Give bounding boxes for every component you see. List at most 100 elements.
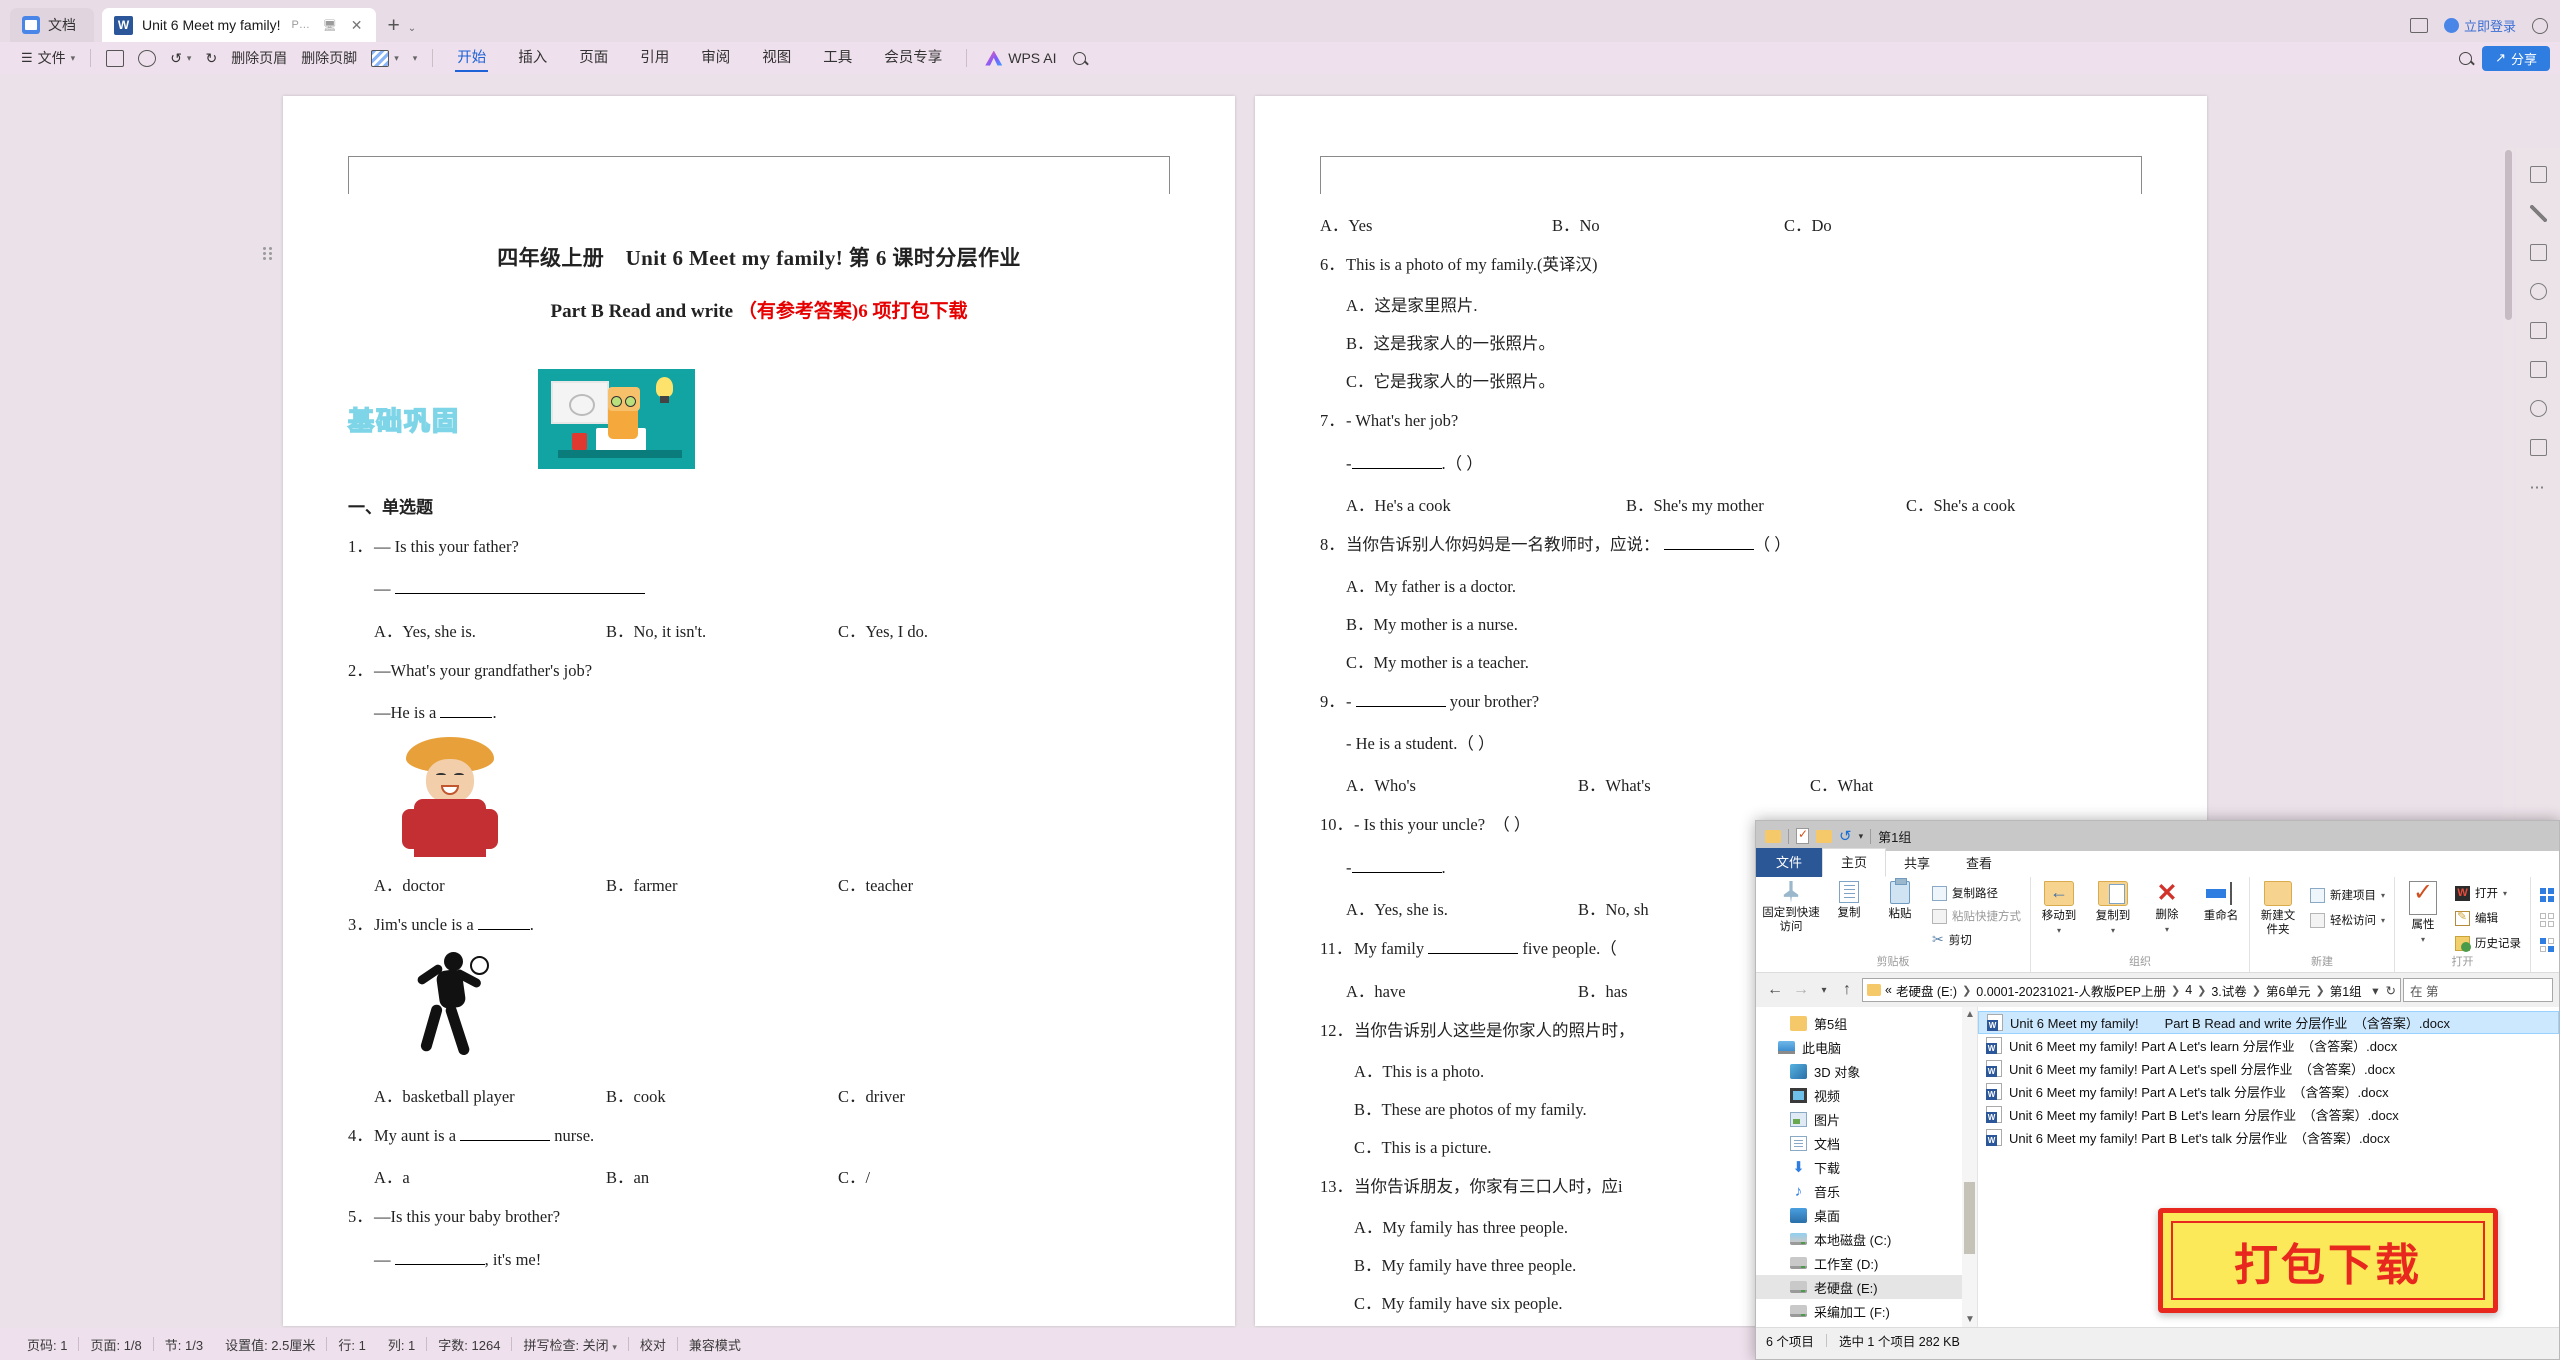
copy-to-button[interactable]: 复制到 ▾ [2091, 881, 2135, 936]
option-c[interactable]: C．Do [1784, 212, 2016, 236]
open-button[interactable]: W 打开 ▾ [2452, 883, 2524, 903]
tree-item-documents[interactable]: 文档 [1756, 1131, 1977, 1155]
tree-scrollbar[interactable]: ▲ ▼ [1962, 1007, 1977, 1327]
select-none-button[interactable]: 全部取消 [2537, 910, 2559, 930]
tab-page[interactable]: 页面 [563, 43, 624, 73]
help-icon[interactable] [2459, 51, 2473, 65]
tree-item-group5[interactable]: 第5组 [1756, 1011, 1977, 1035]
tree-item-desktop[interactable]: 桌面 [1756, 1203, 1977, 1227]
status-proofread[interactable]: 校对 [629, 1335, 677, 1354]
comment-icon[interactable] [2529, 322, 2547, 339]
pen-icon[interactable] [2529, 205, 2547, 222]
status-section[interactable]: 节: 1/3 [154, 1335, 214, 1354]
help-circle-icon[interactable] [2529, 400, 2547, 417]
answer-blank[interactable] [394, 1263, 485, 1265]
tree-item-videos[interactable]: 视频 [1756, 1083, 1977, 1107]
paste-button[interactable]: 粘贴 [1878, 878, 1922, 921]
select-all-button[interactable]: 全部选择 [2537, 885, 2559, 905]
option-c[interactable]: C．它是我家人的一张照片。 [1346, 368, 2142, 392]
monitor-icon[interactable]: 🖥 [321, 19, 339, 32]
window-layout-icon[interactable] [2409, 18, 2428, 33]
option-b[interactable]: B．What's [1578, 772, 1810, 796]
option-c[interactable]: C．teacher [838, 872, 1070, 896]
option-b[interactable]: B．an [606, 1164, 838, 1188]
forward-button[interactable]: → [1788, 981, 1814, 999]
answer-blank[interactable] [1351, 871, 1442, 873]
tab-home[interactable]: 主页 [1822, 848, 1887, 877]
status-spellcheck[interactable]: 拼写检查: 关闭 ▾ [512, 1335, 627, 1354]
more-quick-actions-button[interactable]: ▾ [406, 45, 425, 71]
status-page-number[interactable]: 页码: 1 [16, 1335, 78, 1354]
screenshot-icon[interactable] [2529, 439, 2547, 456]
save-button[interactable] [99, 45, 131, 71]
option-c[interactable]: C．She's a cook [1906, 492, 2138, 516]
new-tab-button[interactable]: + [388, 14, 400, 42]
ocr-icon[interactable] [2529, 361, 2547, 378]
tree-item-drive-e[interactable]: 老硬盘 (E:) [1756, 1275, 1977, 1299]
option-a[interactable]: A．a [374, 1164, 606, 1188]
tab-file[interactable]: 文件 [1756, 848, 1823, 877]
copy-button[interactable]: 复制 [1827, 878, 1871, 920]
answer-blank[interactable] [1428, 953, 1519, 955]
scroll-down-icon[interactable]: ▼ [1965, 1314, 1975, 1325]
rename-button[interactable]: 重命名 [2199, 881, 2243, 923]
answer-blank[interactable] [440, 717, 493, 719]
more-tools-icon[interactable]: ⋯ [2530, 478, 2547, 496]
up-button[interactable]: ↑ [1834, 981, 1860, 999]
answer-blank[interactable] [1355, 705, 1446, 707]
answer-blank[interactable] [460, 1139, 551, 1141]
breadcrumb-item-2[interactable]: 4 [2185, 983, 2192, 997]
properties-button[interactable]: 属性 ▾ [2401, 878, 2445, 945]
option-a[interactable]: A．basketball player [374, 1083, 606, 1107]
document-tab[interactable]: W Unit 6 Meet my family! P… 🖥 ✕ [102, 8, 376, 42]
option-a[interactable]: A．Yes, she is. [374, 618, 606, 642]
option-a[interactable]: A．He's a cook [1346, 492, 1626, 516]
status-page-count[interactable]: 页面: 1/8 [79, 1335, 152, 1354]
option-b[interactable]: B．这是我家人的一张照片。 [1346, 330, 2142, 354]
answer-blank[interactable] [1351, 467, 1442, 469]
tree-item-downloads[interactable]: ⬇ 下载 [1756, 1155, 1977, 1179]
breadcrumb-item-1[interactable]: 0.0001-20231021-人教版PEP上册 [1976, 981, 2166, 1000]
ribbon-search-button[interactable] [1066, 45, 1093, 71]
tree-item-music[interactable]: ♪ 音乐 [1756, 1179, 1977, 1203]
tree-item-local-disk-c[interactable]: 本地磁盘 (C:) [1756, 1227, 1977, 1251]
tab-view[interactable]: 查看 [1948, 850, 2010, 877]
answer-blank[interactable] [477, 928, 530, 930]
pin-to-quick-access-button[interactable]: 固定到快速访问 [1762, 881, 1820, 935]
tab-tools[interactable]: 工具 [807, 43, 868, 73]
easy-access-button[interactable]: 轻松访问 ▾ [2307, 910, 2388, 930]
option-c[interactable]: C．driver [838, 1083, 1070, 1107]
option-a[interactable]: A．My father is a doctor. [1346, 573, 2142, 597]
tree-item-pictures[interactable]: 图片 [1756, 1107, 1977, 1131]
option-c[interactable]: C．Yes, I do. [838, 618, 1070, 642]
tab-review[interactable]: 审阅 [685, 43, 746, 73]
tab-start[interactable]: 开始 [441, 43, 502, 73]
option-a[interactable]: A．这是家里照片. [1346, 292, 2142, 316]
document-page-1[interactable]: 四年级上册 Unit 6 Meet my family! 第 6 课时分层作业 … [283, 96, 1235, 1326]
status-row[interactable]: 行: 1 [327, 1335, 376, 1354]
new-item-button[interactable]: 新建项目 ▾ [2307, 885, 2388, 905]
option-b[interactable]: B．No, it isn't. [606, 618, 838, 642]
table-row[interactable]: Unit 6 Meet my family! Part A Let's talk… [1978, 1080, 2559, 1103]
edit-button[interactable]: 编辑 [2452, 908, 2524, 928]
table-row[interactable]: Unit 6 Meet my family! Part A Let's lear… [1978, 1034, 2559, 1057]
status-compat-mode[interactable]: 兼容模式 [678, 1335, 752, 1354]
watermark-button[interactable]: ▾ [364, 45, 406, 71]
undo-icon[interactable]: ↺ [1839, 827, 1852, 845]
scroll-up-icon[interactable]: ▲ [1965, 1009, 1975, 1020]
breadcrumb-item-0[interactable]: 老硬盘 (E:) [1896, 981, 1957, 1000]
tab-member-exclusive[interactable]: 会员专享 [868, 43, 958, 73]
tree-item-3d-objects[interactable]: 3D 对象 [1756, 1059, 1977, 1083]
back-button[interactable]: ← [1762, 981, 1788, 999]
table-row[interactable]: Unit 6 Meet my family! Part A Let's spel… [1978, 1057, 2559, 1080]
address-dropdown-chevron-down-icon[interactable]: ▾ [2372, 983, 2378, 998]
option-b[interactable]: B．She's my mother [1626, 492, 1906, 516]
toc-icon[interactable] [2529, 166, 2547, 183]
address-breadcrumb[interactable]: « 老硬盘 (E:) ❯ 0.0001-20231021-人教版PEP上册 ❯ 4 ❯… [1862, 978, 2401, 1002]
share-button[interactable]: ↗ 分享 [2482, 45, 2550, 71]
table-row[interactable]: Unit 6 Meet my family! Part B Let's lear… [1978, 1103, 2559, 1126]
chevron-down-icon[interactable]: ▾ [1859, 831, 1864, 842]
delete-footer-button[interactable]: 删除页脚 [294, 45, 364, 71]
navigation-pane[interactable]: 第5组 此电脑 3D 对象 视频 图片 文档 ⬇ 下载 ♪ 音乐 桌面 本地磁盘 (… [1756, 1007, 1978, 1327]
paste-shortcut-button[interactable]: 粘贴快捷方式 [1929, 906, 2024, 926]
